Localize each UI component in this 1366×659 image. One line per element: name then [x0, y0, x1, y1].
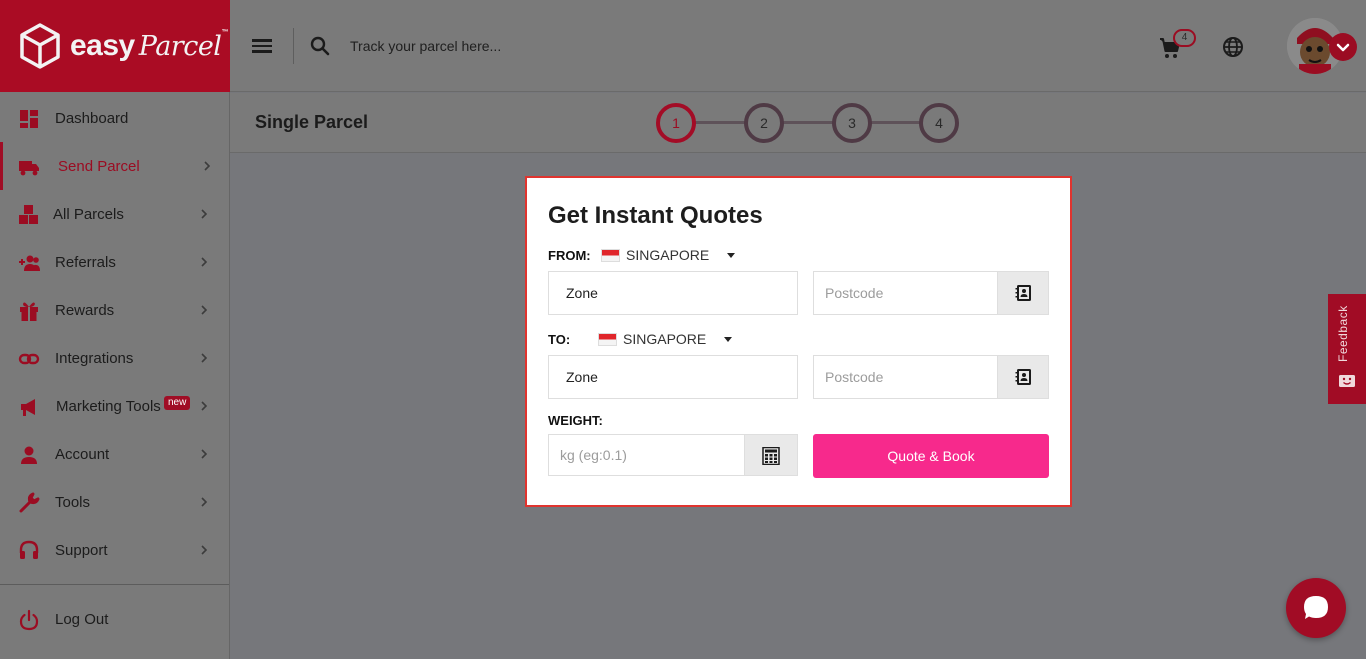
weight-label: WEIGHT:	[548, 413, 603, 428]
sidebar-item-label: Dashboard	[55, 110, 129, 127]
to-address-book-button[interactable]	[997, 355, 1049, 399]
singapore-flag-icon	[598, 332, 617, 346]
sidebar-item-label: Support	[55, 542, 108, 559]
new-badge: new	[164, 396, 191, 410]
modal-title: Get Instant Quotes	[548, 202, 763, 229]
logo[interactable]: easy Parcel™	[0, 0, 230, 92]
chevron-right-icon	[201, 257, 208, 267]
step-4[interactable]: 4	[919, 103, 959, 143]
sidebar-item-integrations[interactable]: Integrations	[0, 334, 229, 382]
feedback-label: Feedback	[1336, 305, 1350, 362]
from-postcode-field[interactable]	[813, 271, 998, 315]
sidebar: Dashboard Send Parcel All Parcels Referr…	[0, 92, 230, 659]
parcel-box-logo-icon	[20, 23, 60, 69]
from-zone-field[interactable]	[548, 271, 798, 315]
step-1[interactable]: 1	[656, 103, 696, 143]
search-icon	[310, 36, 330, 56]
weight-calculator-button[interactable]	[744, 434, 798, 476]
step-2[interactable]: 2	[744, 103, 784, 143]
page-title: Single Parcel	[255, 112, 369, 132]
sidebar-item-label: Tools	[55, 494, 91, 511]
sidebar-item-label: Marketing Tools	[56, 398, 161, 415]
caret-down-icon	[724, 336, 733, 342]
dashboard-icon	[20, 110, 38, 128]
to-postcode-field[interactable]	[813, 355, 998, 399]
top-bar: 4	[230, 0, 1366, 92]
truck-icon	[19, 161, 39, 176]
chevron-down-icon	[1336, 43, 1350, 52]
sidebar-item-account[interactable]: Account	[0, 430, 229, 478]
singapore-flag-icon	[601, 248, 620, 262]
smiley-icon	[1339, 375, 1355, 387]
chat-button[interactable]	[1286, 578, 1346, 638]
sidebar-divider	[0, 584, 229, 585]
chevron-right-icon	[201, 305, 208, 315]
chevron-right-icon	[204, 161, 211, 171]
logo-wordmark: easy Parcel™	[70, 29, 228, 62]
logout-label: Log Out	[55, 611, 109, 628]
chevron-right-icon	[201, 209, 208, 219]
to-country-select[interactable]: SINGAPORE	[598, 331, 733, 347]
sidebar-item-label: Account	[55, 446, 110, 463]
sidebar-item-label: Rewards	[55, 302, 115, 319]
to-country-value: SINGAPORE	[623, 331, 707, 347]
chat-bubble-icon	[1304, 596, 1328, 619]
sidebar-item-rewards[interactable]: Rewards	[0, 286, 229, 334]
chevron-right-icon	[201, 449, 208, 459]
from-address-book-button[interactable]	[997, 271, 1049, 315]
users-plus-icon	[19, 255, 40, 271]
step-3[interactable]: 3	[832, 103, 872, 143]
sidebar-item-dashboard[interactable]: Dashboard	[0, 94, 229, 142]
logout-button[interactable]: Log Out	[0, 595, 229, 643]
caret-down-icon	[727, 252, 736, 258]
address-book-icon	[1015, 285, 1031, 301]
user-icon	[21, 446, 37, 464]
sidebar-item-send-parcel[interactable]: Send Parcel	[0, 142, 229, 190]
power-icon	[19, 609, 39, 631]
sidebar-item-support[interactable]: Support	[0, 526, 229, 574]
chevron-right-icon	[201, 401, 208, 411]
cart-count-badge: 4	[1173, 29, 1196, 47]
feedback-tab[interactable]: Feedback	[1328, 294, 1366, 404]
chevron-right-icon	[201, 545, 208, 555]
sidebar-item-tools[interactable]: Tools	[0, 478, 229, 526]
to-zone-field[interactable]	[548, 355, 798, 399]
divider	[293, 28, 294, 64]
calculator-icon	[762, 447, 780, 465]
from-label: FROM:	[548, 248, 591, 263]
step-bar: Single Parcel 1 2 3 4	[230, 93, 1366, 153]
sidebar-item-label: All Parcels	[53, 206, 124, 223]
chevron-right-icon	[201, 497, 208, 507]
step-connector	[694, 121, 939, 124]
sidebar-item-marketing-tools[interactable]: Marketing Tools new	[0, 382, 229, 430]
from-country-select[interactable]: SINGAPORE	[601, 247, 736, 263]
sidebar-item-label: Integrations	[55, 350, 134, 367]
gift-icon	[20, 302, 38, 321]
headset-icon	[19, 540, 39, 559]
quote-modal: Get Instant Quotes FROM: SINGAPORE TO: S…	[525, 176, 1072, 507]
sidebar-item-label: Referrals	[55, 254, 116, 271]
to-label: TO:	[548, 332, 571, 347]
sidebar-item-all-parcels[interactable]: All Parcels	[0, 190, 229, 238]
wrench-icon	[19, 492, 40, 513]
quote-and-book-button[interactable]: Quote & Book	[813, 434, 1049, 478]
address-book-icon	[1015, 369, 1031, 385]
avatar-dropdown-button[interactable]	[1329, 33, 1357, 61]
track-parcel-input[interactable]	[350, 34, 750, 58]
menu-icon[interactable]	[252, 37, 272, 53]
sidebar-item-label: Send Parcel	[58, 158, 140, 175]
megaphone-icon	[21, 399, 35, 416]
chevron-right-icon	[201, 353, 208, 363]
link-icon	[18, 353, 40, 365]
sidebar-item-referrals[interactable]: Referrals	[0, 238, 229, 286]
globe-icon[interactable]	[1222, 36, 1244, 58]
weight-field[interactable]	[548, 434, 746, 476]
boxes-icon	[19, 205, 38, 224]
from-country-value: SINGAPORE	[626, 247, 710, 263]
